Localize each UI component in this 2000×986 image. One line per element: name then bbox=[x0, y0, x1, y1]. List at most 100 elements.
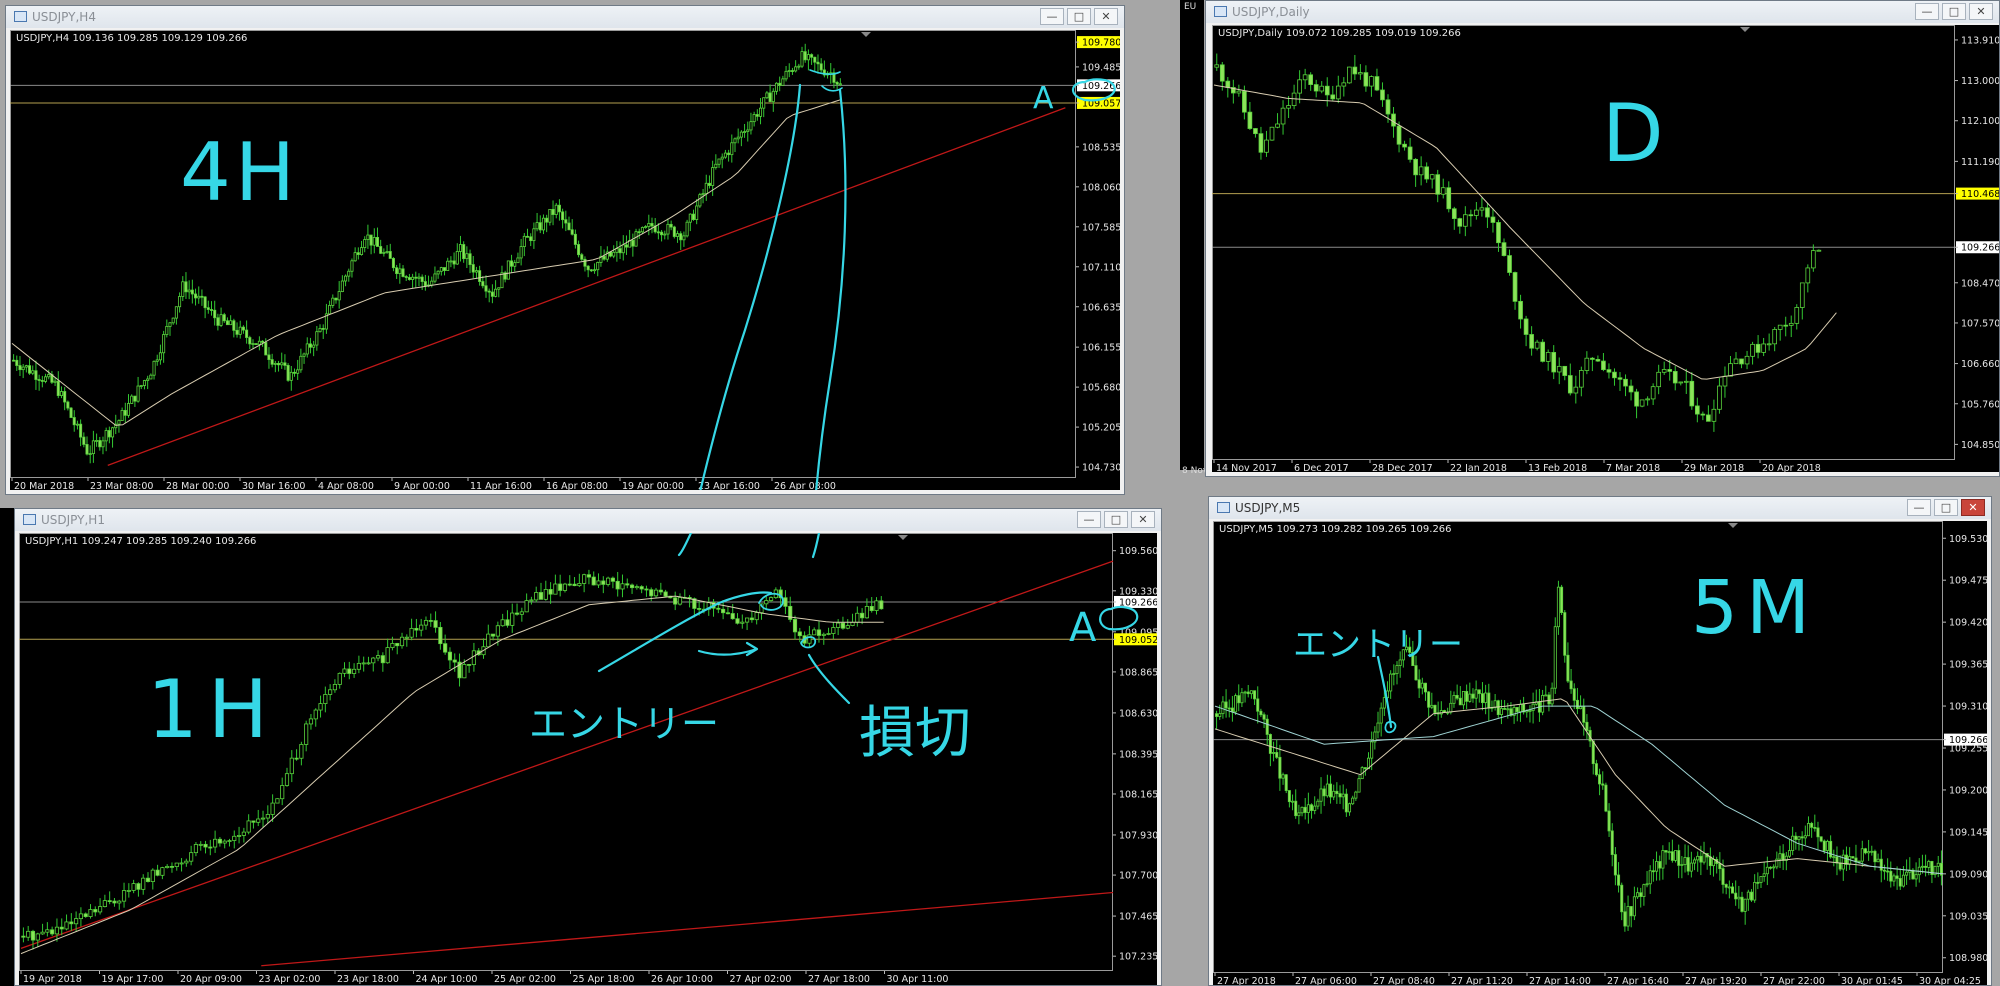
candle-body bbox=[363, 239, 367, 248]
candle-body bbox=[284, 773, 290, 786]
candle-body bbox=[1219, 64, 1225, 82]
entry-connector-stroke-h1 bbox=[677, 533, 693, 557]
candle-body bbox=[251, 343, 255, 345]
candle-body bbox=[1642, 884, 1646, 897]
candle-body bbox=[385, 251, 389, 253]
candle-body bbox=[745, 617, 750, 623]
candle-body bbox=[1325, 783, 1329, 797]
candle-body bbox=[372, 236, 376, 246]
candle-body bbox=[1777, 324, 1783, 330]
close-button[interactable]: ✕ bbox=[1961, 499, 1985, 516]
candle-body bbox=[1433, 704, 1437, 714]
candle-body bbox=[1547, 694, 1551, 705]
maximize-button[interactable]: □ bbox=[1104, 511, 1128, 528]
candle-body bbox=[500, 619, 505, 627]
candle-body bbox=[1733, 358, 1739, 365]
candle-body bbox=[506, 260, 510, 280]
candle-body bbox=[1829, 840, 1833, 858]
candle-body bbox=[721, 608, 726, 614]
candle-body bbox=[1696, 855, 1700, 861]
candle-body bbox=[1402, 143, 1407, 148]
candle-body bbox=[1889, 870, 1893, 882]
chart-area-m5[interactable]: 109.530 109.475 109.420 109.365 109.310 109.2… bbox=[1213, 521, 1987, 985]
time-tick-label: 30 Apr 04:25 bbox=[1919, 976, 1981, 985]
candle-body bbox=[328, 689, 333, 695]
candle-body bbox=[1867, 851, 1871, 854]
candle-body bbox=[538, 592, 544, 600]
candle-body bbox=[735, 618, 740, 624]
candle-body bbox=[1585, 721, 1589, 731]
candle-body bbox=[525, 235, 530, 238]
minimize-button[interactable]: — bbox=[1077, 511, 1101, 528]
price-tick-label: 109.310 bbox=[1949, 702, 1987, 713]
close-button[interactable]: ✕ bbox=[1094, 8, 1118, 25]
candle-body bbox=[121, 890, 127, 902]
candle-body bbox=[792, 619, 798, 633]
price-tick-label: 108.535 bbox=[1082, 142, 1120, 153]
window-h4[interactable]: USDJPY,H4 — □ ✕ 109.780 109.485 109.266 109… bbox=[5, 5, 1125, 495]
candle-body bbox=[1772, 328, 1778, 345]
time-tick-label: 28 Mar 00:00 bbox=[166, 481, 229, 490]
minimize-button[interactable]: — bbox=[1915, 3, 1939, 20]
candle-body bbox=[436, 270, 440, 275]
candle-body bbox=[280, 785, 285, 800]
maximize-button[interactable]: □ bbox=[1067, 8, 1091, 25]
candle-body bbox=[1463, 214, 1468, 227]
minimize-button[interactable]: — bbox=[1040, 8, 1064, 25]
candle-body bbox=[1860, 848, 1864, 862]
candle-body bbox=[126, 403, 131, 416]
chart-window-icon bbox=[23, 514, 36, 525]
titlebar-h4[interactable]: USDJPY,H4 — □ ✕ bbox=[6, 6, 1124, 28]
candle-body bbox=[229, 320, 233, 326]
window-m5[interactable]: USDJPY,M5 — □ ✕ 109.530 109.475 109.420 109… bbox=[1208, 496, 1992, 986]
candle-body bbox=[783, 597, 788, 607]
candle-body bbox=[1632, 896, 1636, 917]
candle-body bbox=[787, 70, 791, 72]
candle-body bbox=[1708, 856, 1712, 867]
candle-body bbox=[624, 244, 628, 248]
candle-body bbox=[1269, 126, 1275, 141]
window-h1[interactable]: USDJPY,H1 — □ ✕ 109.560 109.330 109.266 109… bbox=[14, 508, 1162, 986]
candle-body bbox=[1639, 399, 1645, 407]
chart-area-h4[interactable]: 109.780 109.485 109.266 109.057 108.535 108.0… bbox=[10, 30, 1120, 490]
window-daily[interactable]: USDJPY,Daily — □ ✕ 113.910 113.000 112.100… bbox=[1205, 0, 2000, 477]
candle-body bbox=[586, 265, 590, 271]
candle-body bbox=[1851, 856, 1855, 859]
close-button[interactable]: ✕ bbox=[1131, 511, 1155, 528]
titlebar-m5[interactable]: USDJPY,M5 — □ ✕ bbox=[1209, 497, 1991, 519]
candle-body bbox=[75, 423, 79, 426]
candle-body bbox=[1761, 343, 1766, 353]
time-tick-label: 19 Apr 00:00 bbox=[622, 481, 684, 490]
candle-body bbox=[553, 583, 558, 595]
chart-area-daily[interactable]: 113.910 113.000 112.100 111.190 110.468 109.2… bbox=[1212, 25, 1999, 472]
candle-body bbox=[260, 817, 266, 820]
candle-body bbox=[270, 359, 274, 365]
candle-body bbox=[1225, 80, 1231, 88]
candle-body bbox=[63, 391, 67, 403]
chart-area-h1[interactable]: 109.560 109.330 109.266 109.095 109.052 108.8… bbox=[19, 533, 1157, 985]
candle-body bbox=[1363, 72, 1369, 87]
candle-body bbox=[452, 260, 456, 265]
close-button[interactable]: ✕ bbox=[1969, 3, 1993, 20]
candle-body bbox=[1515, 707, 1519, 713]
maximize-button[interactable]: □ bbox=[1934, 499, 1958, 516]
titlebar-h1[interactable]: USDJPY,H1 — □ ✕ bbox=[15, 509, 1161, 531]
candle-body bbox=[1832, 856, 1836, 859]
candle-body bbox=[1297, 812, 1301, 817]
candle-body bbox=[1545, 352, 1551, 362]
titlebar-daily[interactable]: USDJPY,Daily — □ ✕ bbox=[1206, 1, 1999, 23]
candle-body bbox=[1667, 369, 1673, 372]
candle-body bbox=[1214, 64, 1220, 68]
minimize-button[interactable]: — bbox=[1907, 499, 1931, 516]
candle-body bbox=[1429, 174, 1435, 180]
candle-body bbox=[1670, 851, 1674, 861]
candle-body bbox=[442, 267, 447, 271]
candle-body bbox=[730, 613, 735, 620]
candle-body bbox=[1370, 741, 1374, 759]
candle-body bbox=[59, 391, 63, 396]
candle-body bbox=[1268, 734, 1272, 754]
candle-body bbox=[1496, 700, 1500, 715]
candle-body bbox=[1560, 586, 1564, 613]
candle-body bbox=[289, 757, 294, 775]
maximize-button[interactable]: □ bbox=[1942, 3, 1966, 20]
